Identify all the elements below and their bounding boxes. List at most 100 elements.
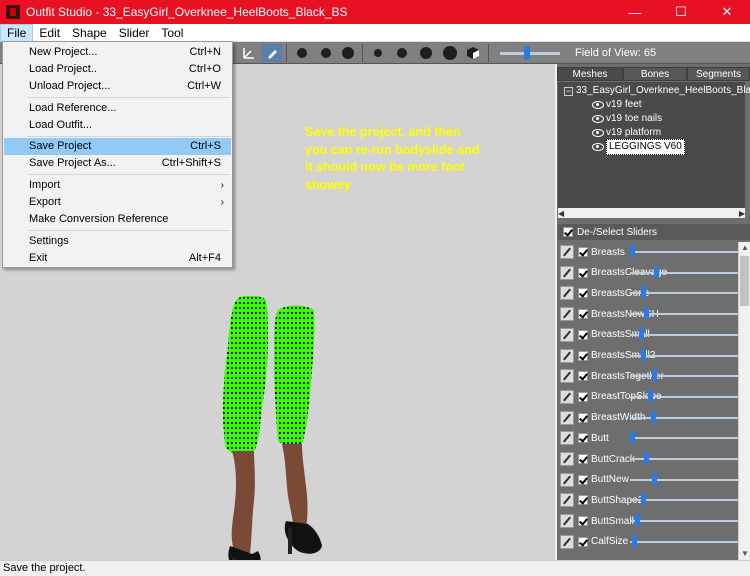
slider-thumb[interactable]: [632, 534, 638, 547]
collapse-icon[interactable]: −: [564, 86, 573, 96]
menu-item-export[interactable]: Export ›: [4, 194, 231, 211]
tree-item[interactable]: v19 feet: [592, 98, 642, 112]
menu-item-settings[interactable]: Settings: [4, 233, 231, 250]
slider-checkbox[interactable]: [578, 391, 588, 402]
tree-item[interactable]: v19 platform: [592, 126, 661, 140]
slider-thumb[interactable]: [630, 245, 635, 257]
menu-edit[interactable]: Edit: [33, 24, 66, 42]
slider-thumb[interactable]: [644, 307, 650, 320]
mirror-x-icon[interactable]: [292, 44, 312, 62]
menu-item-save-project[interactable]: Save Project Ctrl+S: [4, 138, 231, 155]
slider-thumb[interactable]: [651, 369, 657, 382]
edit-slider-icon[interactable]: [560, 389, 574, 404]
eye-icon[interactable]: [592, 101, 604, 109]
slider-list-scrollbar[interactable]: ▲ ▼: [738, 242, 750, 560]
brush-size-medium-icon[interactable]: [392, 44, 412, 62]
edit-slider-icon[interactable]: [560, 369, 574, 384]
edit-slider-icon[interactable]: [560, 493, 574, 508]
tree-root[interactable]: − 33_EasyGirl_Overknee_HeelBoots_Black_B: [564, 84, 750, 98]
slider-thumb[interactable]: [653, 265, 659, 278]
edit-slider-icon[interactable]: [560, 431, 574, 446]
menu-item-unload-project[interactable]: Unload Project... Ctrl+W: [4, 78, 231, 95]
slider-checkbox[interactable]: [578, 516, 588, 527]
brush-size-xlarge-icon[interactable]: [440, 44, 460, 62]
slider-checkbox[interactable]: [578, 474, 588, 485]
edit-slider-icon[interactable]: [560, 245, 574, 259]
menu-file[interactable]: File: [0, 23, 34, 42]
slider-thumb[interactable]: [648, 389, 654, 402]
slider-checkbox[interactable]: [578, 536, 588, 547]
tree-item-selected[interactable]: LEGGINGS V60: [592, 139, 685, 155]
cube-view-icon[interactable]: [463, 44, 483, 62]
eye-icon[interactable]: [592, 143, 604, 151]
menu-item-exit[interactable]: Exit Alt+F4: [4, 250, 231, 267]
eye-icon[interactable]: [592, 115, 604, 123]
transform-tool-icon[interactable]: [239, 44, 259, 62]
edit-slider-icon[interactable]: [560, 327, 574, 342]
menu-slider[interactable]: Slider: [113, 24, 156, 42]
edit-slider-icon[interactable]: [560, 452, 574, 466]
menu-shape[interactable]: Shape: [66, 24, 113, 42]
menu-item-load-reference[interactable]: Load Reference...: [4, 100, 231, 117]
menu-tool[interactable]: Tool: [155, 24, 189, 42]
edit-slider-icon[interactable]: [560, 534, 574, 549]
slider-thumb[interactable]: [651, 472, 657, 485]
brush-size-small-icon[interactable]: [368, 44, 388, 62]
slider-checkbox[interactable]: [578, 412, 588, 423]
menu-item-import[interactable]: Import ›: [4, 177, 231, 194]
slider-thumb[interactable]: [644, 452, 650, 464]
slider-checkbox[interactable]: [578, 350, 588, 361]
slider-thumb[interactable]: [630, 431, 635, 444]
edit-slider-icon[interactable]: [560, 472, 574, 487]
scroll-right-icon[interactable]: ▶: [739, 209, 745, 218]
slider-thumb[interactable]: [640, 493, 646, 506]
close-button[interactable]: ✕: [704, 0, 750, 24]
edit-slider-icon[interactable]: [560, 286, 574, 301]
edit-slider-icon[interactable]: [560, 307, 574, 322]
edit-slider-icon[interactable]: [560, 265, 574, 280]
slider-checkbox[interactable]: [578, 495, 588, 506]
edit-slider-icon[interactable]: [560, 410, 574, 425]
slider-thumb[interactable]: [640, 348, 646, 361]
slider-checkbox[interactable]: [578, 288, 588, 299]
tab-segments[interactable]: Segments: [687, 67, 750, 81]
sliders-header[interactable]: De-/Select Sliders: [558, 224, 750, 240]
slider-checkbox[interactable]: [578, 247, 588, 257]
menu-item-new-project[interactable]: New Project... Ctrl+N: [4, 44, 231, 61]
edit-slider-icon[interactable]: [560, 514, 574, 529]
minimize-button[interactable]: —: [612, 0, 658, 24]
slider-row: BreastsSmall2: [558, 346, 738, 366]
tab-meshes[interactable]: Meshes: [557, 67, 623, 81]
slider-checkbox[interactable]: [578, 454, 588, 464]
brush-size-large-icon[interactable]: [416, 44, 436, 62]
menu-item-load-project[interactable]: Load Project.. Ctrl+O: [4, 61, 231, 78]
menu-item-save-project-as[interactable]: Save Project As... Ctrl+Shift+S: [4, 155, 231, 172]
tree-item[interactable]: v19 toe nails: [592, 112, 662, 126]
slider-checkbox[interactable]: [578, 329, 588, 340]
tree-horizontal-scrollbar[interactable]: ◀ ▶: [558, 208, 745, 218]
mirror-z-icon[interactable]: [338, 44, 358, 62]
slider-checkbox[interactable]: [578, 433, 588, 444]
slider-thumb[interactable]: [640, 286, 646, 299]
slider-thumb[interactable]: [638, 327, 644, 340]
model-legs: [222, 296, 322, 560]
slider-checkbox[interactable]: [578, 371, 588, 382]
slider-thumb[interactable]: [635, 514, 641, 527]
tab-bones[interactable]: Bones: [623, 67, 687, 81]
select-all-checkbox[interactable]: [563, 227, 573, 237]
menu-item-load-outfit[interactable]: Load Outfit...: [4, 117, 231, 134]
fov-slider[interactable]: [524, 46, 530, 60]
scroll-down-icon[interactable]: ▼: [739, 548, 750, 560]
slider-checkbox[interactable]: [578, 267, 588, 278]
maximize-button[interactable]: ☐: [658, 0, 704, 24]
scrollbar-thumb[interactable]: [740, 256, 749, 306]
menu-item-make-conversion-reference[interactable]: Make Conversion Reference: [4, 211, 231, 228]
slider-checkbox[interactable]: [578, 309, 588, 320]
brush-tool-icon[interactable]: [262, 44, 282, 62]
eye-icon[interactable]: [592, 129, 604, 137]
slider-thumb[interactable]: [650, 410, 656, 423]
scroll-up-icon[interactable]: ▲: [739, 242, 750, 254]
scroll-left-icon[interactable]: ◀: [558, 209, 564, 218]
mirror-y-icon[interactable]: [316, 44, 336, 62]
edit-slider-icon[interactable]: [560, 348, 574, 363]
